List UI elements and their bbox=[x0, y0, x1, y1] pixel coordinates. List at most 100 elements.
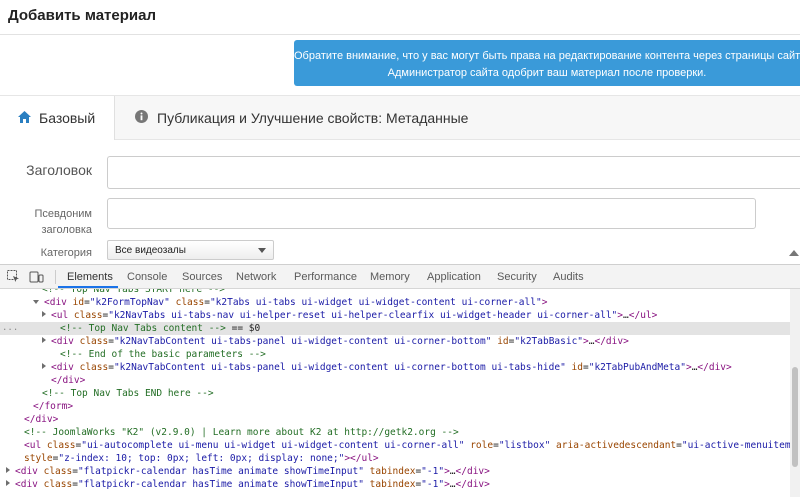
code-token: <!-- Top Nav Tabs END here --> bbox=[42, 388, 214, 399]
dom-tree-line[interactable]: <!-- Top Nav Tabs END here --> bbox=[0, 387, 790, 400]
dom-tree-line[interactable]: </div> bbox=[0, 413, 790, 426]
code-token: class bbox=[175, 297, 205, 308]
code-token: > bbox=[541, 297, 548, 308]
code-token: <div bbox=[51, 336, 80, 347]
info-icon bbox=[135, 109, 148, 126]
dom-tree: <!-- Top Nav Tabs START here --> <div id=… bbox=[0, 289, 790, 497]
code-token: <!-- JoomlaWorks "K2" (v2.9.0) | Learn m… bbox=[24, 427, 459, 438]
dom-tree-line[interactable]: </form> bbox=[0, 400, 790, 413]
code-token: "ui-autocomplete ui-menu ui-widget ui-wi… bbox=[81, 440, 465, 451]
devtools-tab-performance[interactable]: Performance bbox=[294, 271, 357, 283]
code-token: class bbox=[73, 310, 103, 321]
code-token: "-1" bbox=[421, 466, 445, 477]
dom-tree-line[interactable]: <!-- JoomlaWorks "K2" (v2.9.0) | Learn m… bbox=[0, 426, 790, 439]
expand-triangle-open-icon[interactable] bbox=[33, 300, 39, 304]
code-token: <!-- Top Nav Tabs START here --> bbox=[42, 289, 226, 295]
expand-triangle-closed-icon[interactable] bbox=[6, 467, 10, 473]
code-token: class bbox=[79, 336, 109, 347]
devtools-tab-elements[interactable]: Elements bbox=[67, 271, 113, 283]
code-token: <ul bbox=[24, 440, 47, 451]
code-token: "listbox" bbox=[498, 440, 551, 451]
devtools-toolbar: Elements Console Sources Network Perform… bbox=[0, 265, 800, 289]
code-token: aria-activedescendant bbox=[556, 440, 677, 451]
code-token: <div bbox=[15, 466, 44, 477]
code-token: </div> bbox=[697, 362, 732, 373]
code-token: "z-index: 10; top: 0px; left: 0px; displ… bbox=[58, 453, 345, 464]
dom-tree-line[interactable]: style="z-index: 10; top: 0px; left: 0px;… bbox=[0, 452, 790, 465]
tab-publishing-label: Публикация и Улучшение свойств: Метаданн… bbox=[157, 109, 469, 126]
alias-label: Псевдоним заголовка bbox=[34, 208, 92, 236]
inspect-element-icon[interactable] bbox=[6, 269, 21, 284]
dom-tree-line[interactable]: <div class="k2NavTabContent ui-tabs-pane… bbox=[0, 361, 790, 374]
dom-tree-line[interactable]: <div class="flatpickr-calendar hasTime a… bbox=[0, 478, 790, 491]
code-token: "k2TabPubAndMeta" bbox=[588, 362, 686, 373]
devtools-tab-console[interactable]: Console bbox=[127, 271, 167, 283]
code-token: "k2FormTopNav" bbox=[89, 297, 170, 308]
expand-triangle-closed-icon[interactable] bbox=[42, 337, 46, 343]
home-icon bbox=[18, 110, 31, 126]
toolbar-divider bbox=[55, 270, 56, 284]
dom-tree-scrollbar[interactable] bbox=[790, 289, 800, 497]
selected-node-marker: ... bbox=[2, 323, 19, 333]
devtools-panel: Elements Console Sources Network Perform… bbox=[0, 264, 800, 497]
expand-triangle-closed-icon[interactable] bbox=[42, 311, 46, 317]
k2-editor-page: Добавить материал Обратите внимание, что… bbox=[0, 0, 800, 264]
tab-publishing[interactable]: Публикация и Улучшение свойств: Метаданн… bbox=[135, 96, 468, 139]
title-bar: Добавить материал bbox=[0, 0, 800, 35]
code-token: ></ul> bbox=[344, 453, 379, 464]
dom-tree-line[interactable]: <div id="k2FormTopNav" class="k2Tabs ui-… bbox=[0, 296, 790, 309]
code-token: "k2Tabs ui-tabs ui-widget ui-widget-cont… bbox=[209, 297, 542, 308]
dom-tree-line[interactable]: </div> bbox=[0, 374, 790, 387]
code-token: "k2TabBasic" bbox=[514, 336, 584, 347]
devtools-tab-memory[interactable]: Memory bbox=[370, 271, 410, 283]
dom-tree-line[interactable]: <!-- End of the basic parameters --> bbox=[0, 348, 790, 361]
code-token: class bbox=[79, 362, 109, 373]
devtools-tab-application[interactable]: Application bbox=[427, 271, 481, 283]
page-title: Добавить материал bbox=[8, 7, 157, 24]
code-token: <!-- End of the basic parameters --> bbox=[60, 349, 266, 360]
code-token: </div> bbox=[455, 479, 490, 490]
devtools-tab-audits[interactable]: Audits bbox=[553, 271, 584, 283]
code-token: style bbox=[24, 453, 53, 464]
devtools-tab-sources[interactable]: Sources bbox=[182, 271, 222, 283]
code-token: "k2NavTabContent ui-tabs-panel ui-widget… bbox=[113, 336, 492, 347]
dom-tree-line[interactable]: <ul class="ui-autocomplete ui-menu ui-wi… bbox=[0, 439, 790, 452]
dom-tree-line[interactable]: <!-- Top Nav Tabs START here --> bbox=[0, 289, 790, 296]
category-label: Категория bbox=[40, 247, 92, 259]
expand-triangle-closed-icon[interactable] bbox=[6, 480, 10, 486]
dom-tree-line[interactable]: ... <!-- Top Nav Tabs content --> == $0 bbox=[0, 322, 790, 335]
scrollbar-thumb[interactable] bbox=[792, 367, 798, 467]
category-select[interactable]: Все видеозалы bbox=[107, 240, 274, 260]
dom-tree-line[interactable]: <div class="flatpickr-calendar hasTime a… bbox=[0, 465, 790, 478]
code-token: <div bbox=[44, 297, 73, 308]
tab-basic[interactable]: Базовый bbox=[0, 96, 115, 140]
device-toolbar-icon[interactable] bbox=[29, 269, 44, 284]
code-token: == $0 bbox=[225, 323, 261, 334]
code-token: "flatpickr-calendar hasTime animate show… bbox=[77, 466, 364, 477]
code-token: id bbox=[72, 297, 85, 308]
code-token: <ul bbox=[51, 310, 74, 321]
alias-input[interactable] bbox=[107, 198, 756, 229]
code-token: "ui-active-menuitem" bbox=[681, 440, 790, 451]
code-token: "flatpickr-calendar hasTime animate show… bbox=[77, 479, 364, 490]
code-token: class bbox=[43, 466, 73, 477]
dom-tree-line[interactable]: <div class="k2NavTabContent ui-tabs-pane… bbox=[0, 335, 790, 348]
title-input[interactable] bbox=[107, 156, 800, 189]
code-token: </div> bbox=[51, 375, 86, 386]
notice-line-2: Администратор сайта одобрит ваш материал… bbox=[387, 67, 707, 79]
code-token: class bbox=[43, 479, 73, 490]
code-token: </ul> bbox=[628, 310, 658, 321]
category-selected-value: Все видеозалы bbox=[115, 244, 186, 256]
scroll-up-arrow-icon[interactable] bbox=[789, 250, 799, 256]
code-token: </div> bbox=[24, 414, 59, 425]
code-token: id bbox=[571, 362, 583, 373]
title-label: Заголовок bbox=[26, 162, 92, 178]
code-token: role bbox=[470, 440, 494, 451]
code-token: "k2NavTabContent ui-tabs-panel ui-widget… bbox=[113, 362, 566, 373]
devtools-tab-security[interactable]: Security bbox=[497, 271, 537, 283]
devtools-tab-network[interactable]: Network bbox=[236, 271, 276, 283]
code-token: "-1" bbox=[421, 479, 445, 490]
code-token: tabindex bbox=[369, 466, 416, 477]
expand-triangle-closed-icon[interactable] bbox=[42, 363, 46, 369]
dom-tree-line[interactable]: <ul class="k2NavTabs ui-tabs-nav ui-help… bbox=[0, 309, 790, 322]
